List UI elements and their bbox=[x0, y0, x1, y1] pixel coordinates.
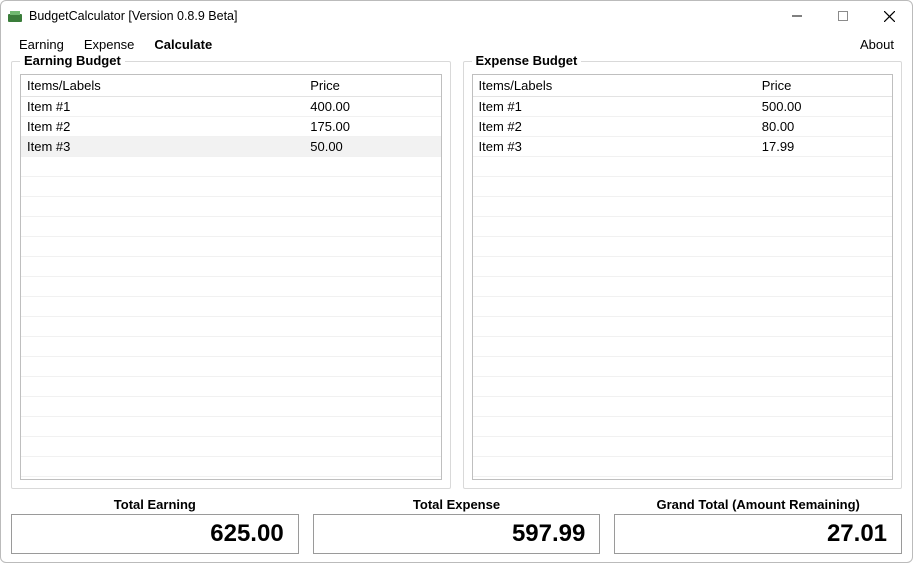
cell-price: 500.00 bbox=[758, 99, 892, 114]
empty-row bbox=[473, 417, 893, 437]
table-row[interactable]: Item #350.00 bbox=[21, 137, 441, 157]
earning-header-price[interactable]: Price bbox=[306, 78, 440, 93]
empty-row bbox=[21, 177, 441, 197]
expense-grid-body: Item #1500.00Item #280.00Item #317.99 bbox=[473, 97, 893, 479]
menubar: Earning Expense Calculate About bbox=[1, 31, 912, 57]
window-title: BudgetCalculator [Version 0.8.9 Beta] bbox=[29, 9, 237, 23]
empty-row bbox=[21, 357, 441, 377]
empty-row bbox=[473, 377, 893, 397]
menu-about[interactable]: About bbox=[850, 34, 904, 55]
totals-row: Total Earning 625.00 Total Expense 597.9… bbox=[11, 497, 902, 554]
cell-item: Item #3 bbox=[473, 139, 758, 154]
cell-price: 17.99 bbox=[758, 139, 892, 154]
grand-total-value[interactable]: 27.01 bbox=[614, 514, 902, 554]
empty-row bbox=[21, 417, 441, 437]
titlebar: BudgetCalculator [Version 0.8.9 Beta] bbox=[1, 1, 912, 31]
app-icon bbox=[7, 8, 23, 24]
empty-row bbox=[21, 337, 441, 357]
close-icon bbox=[884, 11, 895, 22]
cell-item: Item #2 bbox=[473, 119, 758, 134]
empty-row bbox=[473, 437, 893, 457]
table-row[interactable]: Item #280.00 bbox=[473, 117, 893, 137]
earning-grid-header: Items/Labels Price bbox=[21, 75, 441, 97]
cell-item: Item #1 bbox=[21, 99, 306, 114]
maximize-icon bbox=[838, 11, 848, 21]
empty-row bbox=[21, 157, 441, 177]
cell-item: Item #1 bbox=[473, 99, 758, 114]
earning-grid-body: Item #1400.00Item #2175.00Item #350.00 bbox=[21, 97, 441, 479]
grand-total-label: Grand Total (Amount Remaining) bbox=[656, 497, 859, 512]
empty-row bbox=[473, 177, 893, 197]
total-expense-value[interactable]: 597.99 bbox=[313, 514, 601, 554]
expense-header-price[interactable]: Price bbox=[758, 78, 892, 93]
empty-row bbox=[21, 257, 441, 277]
expense-grid[interactable]: Items/Labels Price Item #1500.00Item #28… bbox=[472, 74, 894, 480]
table-row[interactable]: Item #317.99 bbox=[473, 137, 893, 157]
empty-row bbox=[473, 237, 893, 257]
cell-price: 175.00 bbox=[306, 119, 440, 134]
cell-item: Item #3 bbox=[21, 139, 306, 154]
empty-row bbox=[473, 457, 893, 477]
total-expense-block: Total Expense 597.99 bbox=[313, 497, 601, 554]
maximize-button[interactable] bbox=[820, 1, 866, 31]
empty-row bbox=[21, 197, 441, 217]
table-row[interactable]: Item #1500.00 bbox=[473, 97, 893, 117]
empty-row bbox=[21, 377, 441, 397]
empty-row bbox=[473, 197, 893, 217]
empty-row bbox=[21, 237, 441, 257]
empty-row bbox=[473, 317, 893, 337]
content-area: Earning Budget Items/Labels Price Item #… bbox=[1, 57, 912, 562]
cell-price: 80.00 bbox=[758, 119, 892, 134]
empty-row bbox=[473, 217, 893, 237]
earning-groupbox: Earning Budget Items/Labels Price Item #… bbox=[11, 61, 451, 489]
total-earning-value[interactable]: 625.00 bbox=[11, 514, 299, 554]
empty-row bbox=[21, 277, 441, 297]
earning-legend: Earning Budget bbox=[20, 53, 125, 68]
app-window: BudgetCalculator [Version 0.8.9 Beta] Ea… bbox=[0, 0, 913, 563]
close-button[interactable] bbox=[866, 1, 912, 31]
menu-earning[interactable]: Earning bbox=[9, 34, 74, 55]
empty-row bbox=[21, 297, 441, 317]
empty-row bbox=[21, 317, 441, 337]
empty-row bbox=[473, 257, 893, 277]
empty-row bbox=[473, 157, 893, 177]
empty-row bbox=[473, 357, 893, 377]
empty-row bbox=[473, 337, 893, 357]
menu-expense[interactable]: Expense bbox=[74, 34, 145, 55]
minimize-icon bbox=[792, 11, 802, 21]
total-earning-block: Total Earning 625.00 bbox=[11, 497, 299, 554]
cell-price: 50.00 bbox=[306, 139, 440, 154]
expense-grid-header: Items/Labels Price bbox=[473, 75, 893, 97]
total-earning-label: Total Earning bbox=[114, 497, 196, 512]
empty-row bbox=[473, 277, 893, 297]
table-row[interactable]: Item #1400.00 bbox=[21, 97, 441, 117]
empty-row bbox=[21, 217, 441, 237]
empty-row bbox=[21, 457, 441, 477]
grand-total-block: Grand Total (Amount Remaining) 27.01 bbox=[614, 497, 902, 554]
expense-groupbox: Expense Budget Items/Labels Price Item #… bbox=[463, 61, 903, 489]
expense-legend: Expense Budget bbox=[472, 53, 582, 68]
table-row[interactable]: Item #2175.00 bbox=[21, 117, 441, 137]
total-expense-label: Total Expense bbox=[413, 497, 500, 512]
minimize-button[interactable] bbox=[774, 1, 820, 31]
empty-row bbox=[21, 437, 441, 457]
cell-item: Item #2 bbox=[21, 119, 306, 134]
empty-row bbox=[473, 297, 893, 317]
earning-header-item[interactable]: Items/Labels bbox=[21, 78, 306, 93]
empty-row bbox=[21, 397, 441, 417]
panels-row: Earning Budget Items/Labels Price Item #… bbox=[11, 61, 902, 489]
earning-grid[interactable]: Items/Labels Price Item #1400.00Item #21… bbox=[20, 74, 442, 480]
expense-header-item[interactable]: Items/Labels bbox=[473, 78, 758, 93]
cell-price: 400.00 bbox=[306, 99, 440, 114]
empty-row bbox=[473, 397, 893, 417]
menu-calculate[interactable]: Calculate bbox=[144, 34, 222, 55]
